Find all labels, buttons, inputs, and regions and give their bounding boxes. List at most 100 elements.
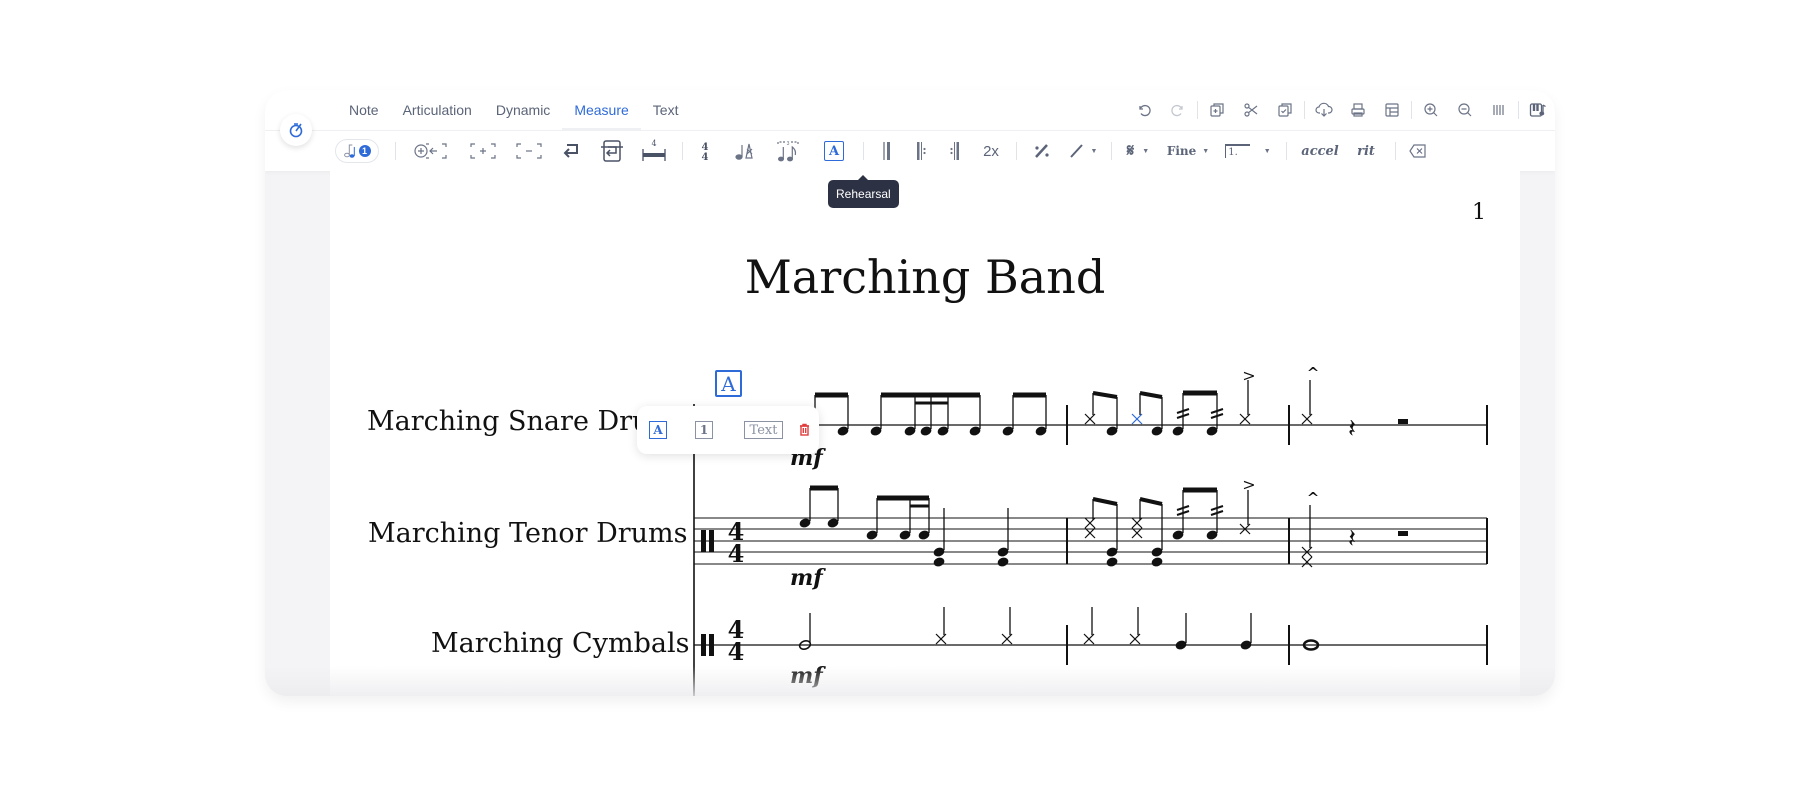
repeat-count-button[interactable]: 2x bbox=[972, 134, 1010, 168]
percussion-clef bbox=[701, 634, 706, 656]
rehearsal-mark-icon: A bbox=[824, 141, 844, 161]
page-break-icon bbox=[601, 140, 623, 162]
accent-mark: > bbox=[1242, 475, 1255, 494]
undo-button[interactable] bbox=[1127, 93, 1161, 127]
fine-dropdown[interactable]: Fine ▼ bbox=[1158, 134, 1218, 168]
half-rest bbox=[1398, 531, 1408, 536]
double-barline-icon bbox=[883, 142, 890, 160]
double-barline-button[interactable] bbox=[870, 134, 904, 168]
tab-text[interactable]: Text bbox=[641, 90, 691, 130]
number-style-option[interactable]: 1 bbox=[695, 421, 713, 439]
redo-icon bbox=[1171, 104, 1183, 117]
measure-repeat-button[interactable] bbox=[1023, 134, 1061, 168]
divider bbox=[1395, 142, 1396, 160]
cloud-download-icon bbox=[1315, 102, 1333, 117]
divider bbox=[395, 142, 396, 160]
tuplet-button[interactable]: 3 bbox=[765, 134, 811, 168]
rehearsal-mark-button[interactable]: A bbox=[811, 134, 857, 168]
divider bbox=[1518, 101, 1519, 119]
metronome-icon bbox=[289, 123, 303, 138]
paste-button[interactable] bbox=[1268, 93, 1302, 127]
svg-text:4: 4 bbox=[702, 152, 709, 162]
add-measure-button[interactable] bbox=[460, 134, 506, 168]
quarter-rest: 𝄽 bbox=[1348, 414, 1356, 444]
divider bbox=[1304, 101, 1305, 119]
divider bbox=[863, 142, 864, 160]
delete-button[interactable] bbox=[1404, 134, 1432, 168]
repeat-start-button[interactable] bbox=[904, 134, 938, 168]
repeat-end-button[interactable] bbox=[938, 134, 972, 168]
divider bbox=[1111, 142, 1112, 160]
cut-button[interactable] bbox=[1234, 93, 1268, 127]
letter-style-option[interactable]: A bbox=[649, 421, 667, 439]
multirest-icon: 4 bbox=[642, 139, 666, 161]
duplicate-button[interactable] bbox=[1200, 93, 1234, 127]
top-bar: Note Articulation Dynamic Measure Text bbox=[265, 90, 1555, 130]
time-signature-button[interactable]: 44 bbox=[685, 134, 725, 168]
caret-down-icon: ▼ bbox=[1090, 147, 1098, 155]
redo-button[interactable] bbox=[1161, 93, 1195, 127]
line-break-icon bbox=[563, 144, 578, 158]
divider bbox=[1016, 142, 1017, 160]
half-rest bbox=[1398, 419, 1408, 424]
rehearsal-mark[interactable]: A bbox=[715, 370, 742, 397]
segno-dropdown[interactable]: 𝄋 ▼ bbox=[1118, 134, 1158, 168]
divider bbox=[682, 142, 683, 160]
download-button[interactable] bbox=[1307, 93, 1341, 127]
svg-text:3: 3 bbox=[787, 141, 790, 147]
tab-note[interactable]: Note bbox=[337, 90, 391, 130]
remove-measure-button[interactable] bbox=[506, 134, 552, 168]
metronome-tempo-icon bbox=[735, 143, 753, 160]
percussion-clef bbox=[701, 530, 706, 552]
volta-dropdown[interactable]: 1. ▼ bbox=[1218, 134, 1278, 168]
tempo-button[interactable] bbox=[725, 134, 765, 168]
print-button[interactable] bbox=[1341, 93, 1375, 127]
tab-dynamic[interactable]: Dynamic bbox=[484, 90, 562, 130]
tab-measure[interactable]: Measure bbox=[562, 90, 642, 130]
duplicate-icon bbox=[1210, 103, 1224, 117]
accel-button[interactable]: accel bbox=[1295, 134, 1345, 168]
zoom-out-icon bbox=[1458, 103, 1472, 117]
volta-icon: 1. bbox=[1225, 144, 1250, 158]
tab-articulation[interactable]: Articulation bbox=[391, 90, 484, 130]
voice-selector[interactable]: 1 bbox=[335, 139, 379, 163]
measure-repeat-icon bbox=[1035, 144, 1049, 158]
line-break-button[interactable] bbox=[552, 134, 592, 168]
beam bbox=[1092, 391, 1118, 399]
slash-icon bbox=[1069, 144, 1083, 158]
notehead bbox=[1151, 557, 1163, 567]
caret-down-icon: ▼ bbox=[1202, 147, 1210, 155]
divider bbox=[1411, 101, 1412, 119]
piano-button[interactable] bbox=[1521, 93, 1555, 127]
insert-measure-before-button[interactable] bbox=[406, 134, 460, 168]
rehearsal-mark-popup: A 1 Text bbox=[637, 406, 819, 454]
score-notation: mf> ^𝄽44mf>^𝄽44mf bbox=[693, 364, 1488, 696]
rehearsal-tooltip: Rehearsal bbox=[828, 175, 899, 208]
multirest-count: 4 bbox=[651, 139, 656, 148]
zoom-out-button[interactable] bbox=[1448, 93, 1482, 127]
view-mode-button[interactable] bbox=[1482, 93, 1516, 127]
dynamic-marking: mf bbox=[790, 565, 826, 591]
accent-mark: > bbox=[1242, 366, 1255, 385]
text-style-option[interactable]: Text bbox=[744, 421, 783, 439]
fine-label: Fine bbox=[1166, 144, 1197, 158]
segno-icon: 𝄋 bbox=[1126, 141, 1135, 161]
rit-button[interactable]: rit bbox=[1345, 134, 1387, 168]
metronome-button[interactable] bbox=[280, 114, 312, 146]
zoom-in-button[interactable] bbox=[1414, 93, 1448, 127]
piano-roll-icon bbox=[1529, 103, 1546, 117]
caret-down-icon: ▼ bbox=[1142, 147, 1150, 155]
delete-rehearsal-button[interactable] bbox=[797, 421, 811, 437]
remove-measure-icon bbox=[516, 143, 542, 159]
marcato-mark: ^ bbox=[1307, 364, 1320, 382]
layout-icon bbox=[1385, 103, 1399, 117]
slash-notation-dropdown[interactable]: ▼ bbox=[1061, 134, 1105, 168]
quarter-rest: 𝄽 bbox=[1348, 524, 1356, 554]
caret-down-icon: ▼ bbox=[1263, 147, 1271, 155]
page-break-button[interactable] bbox=[592, 134, 632, 168]
percussion-clef bbox=[709, 530, 714, 552]
cut-icon bbox=[1244, 103, 1258, 117]
percussion-clef bbox=[709, 634, 714, 656]
multirest-button[interactable]: 4 bbox=[632, 134, 676, 168]
layout-button[interactable] bbox=[1375, 93, 1409, 127]
